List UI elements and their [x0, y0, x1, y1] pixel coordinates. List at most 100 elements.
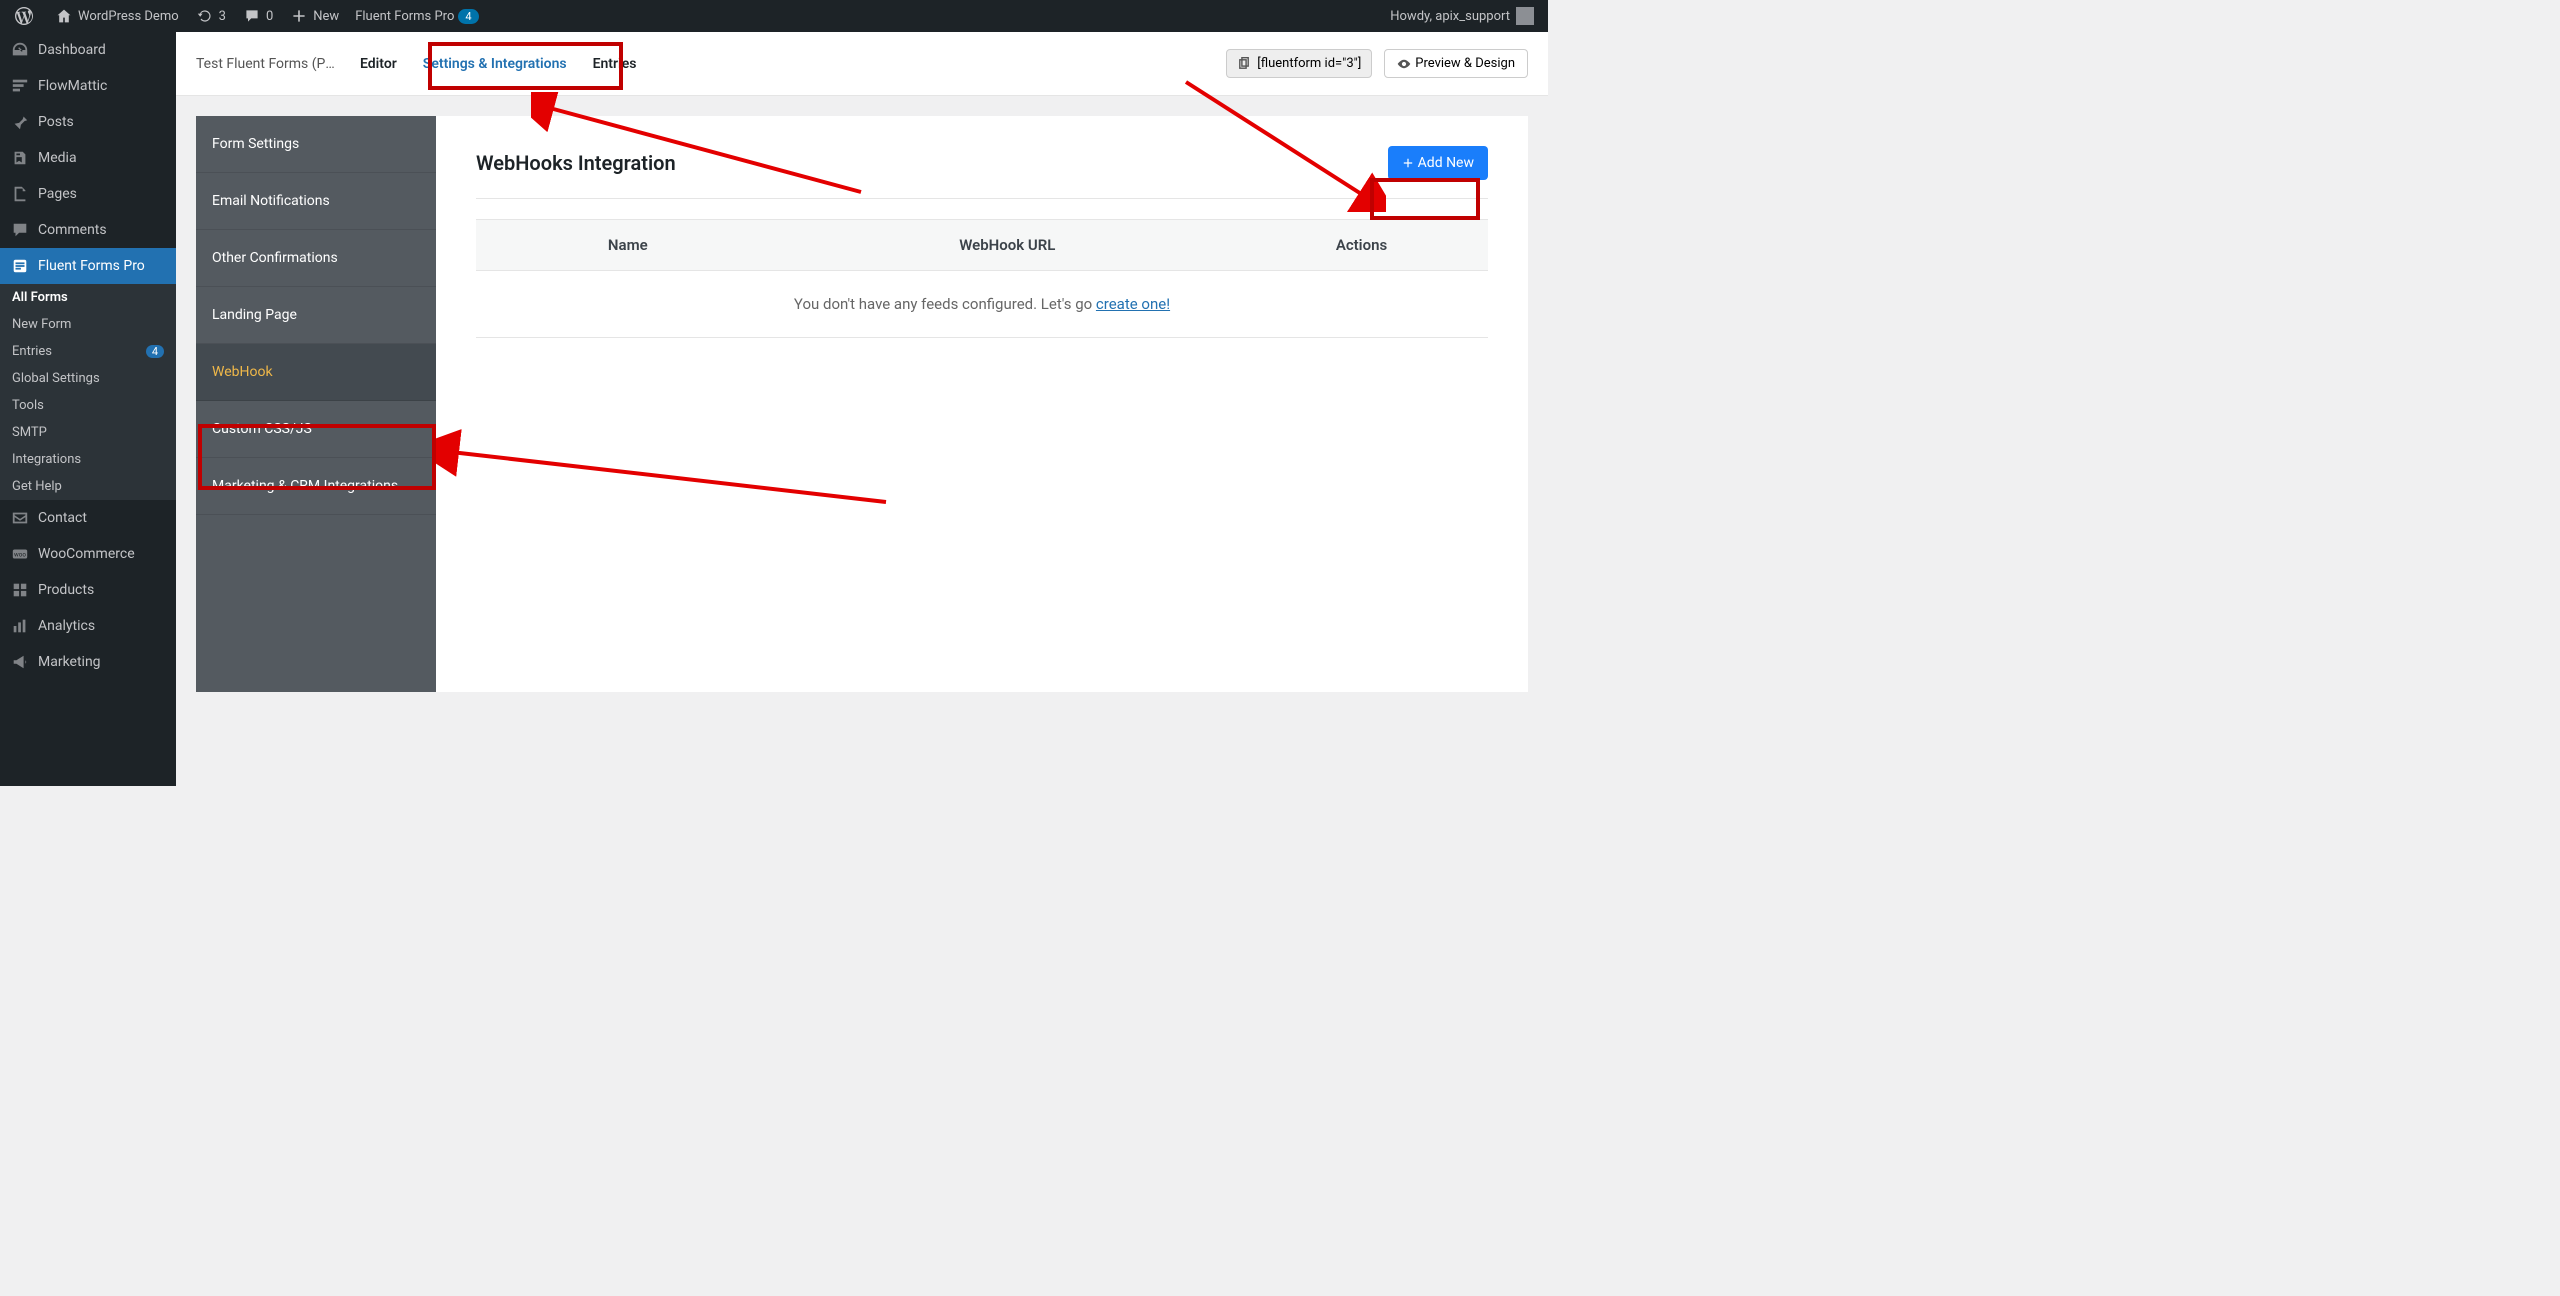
settings-sidebar: Form Settings Email Notifications Other … [196, 116, 436, 692]
shortcode-copy[interactable]: [fluentform id="3"] [1226, 49, 1372, 78]
submenu-entries[interactable]: Entries4 [0, 338, 176, 365]
submenu-smtp[interactable]: SMTP [0, 419, 176, 446]
woocommerce-label: WooCommerce [38, 546, 135, 562]
settings-heading-row: WebHooks Integration Add New [476, 146, 1488, 180]
flowmattic-icon [10, 76, 30, 96]
empty-row: You don't have any feeds configured. Let… [476, 271, 1488, 338]
settings-tab-webhook[interactable]: WebHook [196, 344, 436, 401]
svg-text:woo: woo [14, 551, 26, 559]
settings-tab-form-settings[interactable]: Form Settings [196, 116, 436, 173]
create-one-link[interactable]: create one! [1096, 295, 1170, 313]
marketing-label: Marketing [38, 654, 101, 670]
analytics-label: Analytics [38, 618, 95, 634]
comments-link[interactable]: 0 [234, 0, 281, 32]
contact-label: Contact [38, 510, 87, 526]
flowmattic-label: FlowMattic [38, 78, 107, 94]
col-url: WebHook URL [780, 220, 1235, 271]
fluentforms-icon [10, 256, 30, 276]
menu-flowmattic[interactable]: FlowMattic [0, 68, 176, 104]
media-icon [10, 148, 30, 168]
pages-icon [10, 184, 30, 204]
ff-label: Fluent Forms Pro [355, 9, 454, 24]
menu-analytics[interactable]: Analytics [0, 608, 176, 644]
marketing-icon [10, 652, 30, 672]
menu-fluentforms[interactable]: Fluent Forms Pro [0, 248, 176, 284]
menu-posts[interactable]: Posts [0, 104, 176, 140]
settings-tab-other-confirmations[interactable]: Other Confirmations [196, 230, 436, 287]
menu-comments[interactable]: Comments [0, 212, 176, 248]
submenu-tools[interactable]: Tools [0, 392, 176, 419]
media-label: Media [38, 150, 77, 166]
wp-logo[interactable] [6, 0, 46, 32]
pin-icon [10, 112, 30, 132]
add-new-button[interactable]: Add New [1388, 146, 1488, 180]
comments-label: Comments [38, 222, 107, 238]
form-title[interactable]: Test Fluent Forms (Pr... [196, 56, 336, 72]
menu-media[interactable]: Media [0, 140, 176, 176]
mail-icon [10, 508, 30, 528]
admin-bar-left: WordPress Demo 3 0 New Fluent Forms Pro … [6, 0, 487, 32]
ff-badge: 4 [458, 9, 478, 24]
dashboard-label: Dashboard [38, 42, 106, 58]
plus-icon [289, 6, 309, 26]
settings-tab-custom-css[interactable]: Custom CSS/JS [196, 401, 436, 458]
dashboard-icon [10, 40, 30, 60]
update-icon [195, 6, 215, 26]
submenu-integrations[interactable]: Integrations [0, 446, 176, 473]
settings-title: WebHooks Integration [476, 151, 676, 175]
submenu-all-forms[interactable]: All Forms [0, 284, 176, 311]
preview-label: Preview & Design [1415, 56, 1515, 71]
empty-text: You don't have any feeds configured. Let… [794, 295, 1096, 313]
wordpress-icon [14, 6, 34, 26]
menu-products[interactable]: Products [0, 572, 176, 608]
copy-icon [1237, 57, 1251, 71]
eye-icon [1397, 57, 1411, 71]
settings-tab-marketing-crm[interactable]: Marketing & CRM Integrations [196, 458, 436, 515]
avatar-icon [1516, 7, 1534, 25]
content-area: Test Fluent Forms (Pr... Editor Settings… [176, 32, 1548, 786]
new-content-link[interactable]: New [281, 0, 347, 32]
menu-woocommerce[interactable]: woo WooCommerce [0, 536, 176, 572]
woocommerce-icon: woo [10, 544, 30, 564]
add-new-label: Add New [1418, 155, 1474, 171]
webhook-feed-table: Name WebHook URL Actions You don't have … [476, 219, 1488, 338]
menu-contact[interactable]: Contact [0, 500, 176, 536]
site-name-link[interactable]: WordPress Demo [46, 0, 187, 32]
form-editor-header: Test Fluent Forms (Pr... Editor Settings… [176, 32, 1548, 96]
fluentforms-adminbar-link[interactable]: Fluent Forms Pro 4 [347, 0, 486, 32]
fluentforms-submenu: All Forms New Form Entries4 Global Setti… [0, 284, 176, 500]
howdy-text: Howdy, apix_support [1390, 9, 1510, 24]
entries-badge: 4 [146, 345, 164, 358]
settings-tab-email-notifications[interactable]: Email Notifications [196, 173, 436, 230]
form-header-tabs: Test Fluent Forms (Pr... Editor Settings… [196, 36, 638, 92]
comment-icon [242, 6, 262, 26]
settings-tab-landing-page[interactable]: Landing Page [196, 287, 436, 344]
updates-link[interactable]: 3 [187, 0, 234, 32]
my-account-link[interactable]: Howdy, apix_support [1382, 0, 1542, 32]
updates-count: 3 [219, 9, 226, 24]
col-actions: Actions [1235, 220, 1488, 271]
menu-marketing[interactable]: Marketing [0, 644, 176, 680]
comments-count: 0 [266, 9, 273, 24]
tab-editor[interactable]: Editor [358, 36, 399, 92]
site-name-label: WordPress Demo [78, 9, 179, 24]
home-icon [54, 6, 74, 26]
fluentforms-label: Fluent Forms Pro [38, 258, 145, 274]
tab-entries[interactable]: Entries [591, 36, 639, 92]
submenu-get-help[interactable]: Get Help [0, 473, 176, 500]
menu-pages[interactable]: Pages [0, 176, 176, 212]
menu-dashboard[interactable]: Dashboard [0, 32, 176, 68]
table-header-row: Name WebHook URL Actions [476, 220, 1488, 271]
new-label: New [313, 9, 339, 24]
posts-label: Posts [38, 114, 74, 130]
analytics-icon [10, 616, 30, 636]
tab-settings-integrations[interactable]: Settings & Integrations [421, 36, 569, 92]
plus-icon [1402, 157, 1414, 169]
admin-bar: WordPress Demo 3 0 New Fluent Forms Pro … [0, 0, 1548, 32]
preview-design-button[interactable]: Preview & Design [1384, 49, 1528, 78]
admin-bar-right: Howdy, apix_support [1382, 0, 1542, 32]
submenu-global-settings[interactable]: Global Settings [0, 365, 176, 392]
settings-panel: Form Settings Email Notifications Other … [196, 116, 1528, 692]
admin-sidebar: Dashboard FlowMattic Posts Media Pages C… [0, 32, 176, 786]
submenu-new-form[interactable]: New Form [0, 311, 176, 338]
